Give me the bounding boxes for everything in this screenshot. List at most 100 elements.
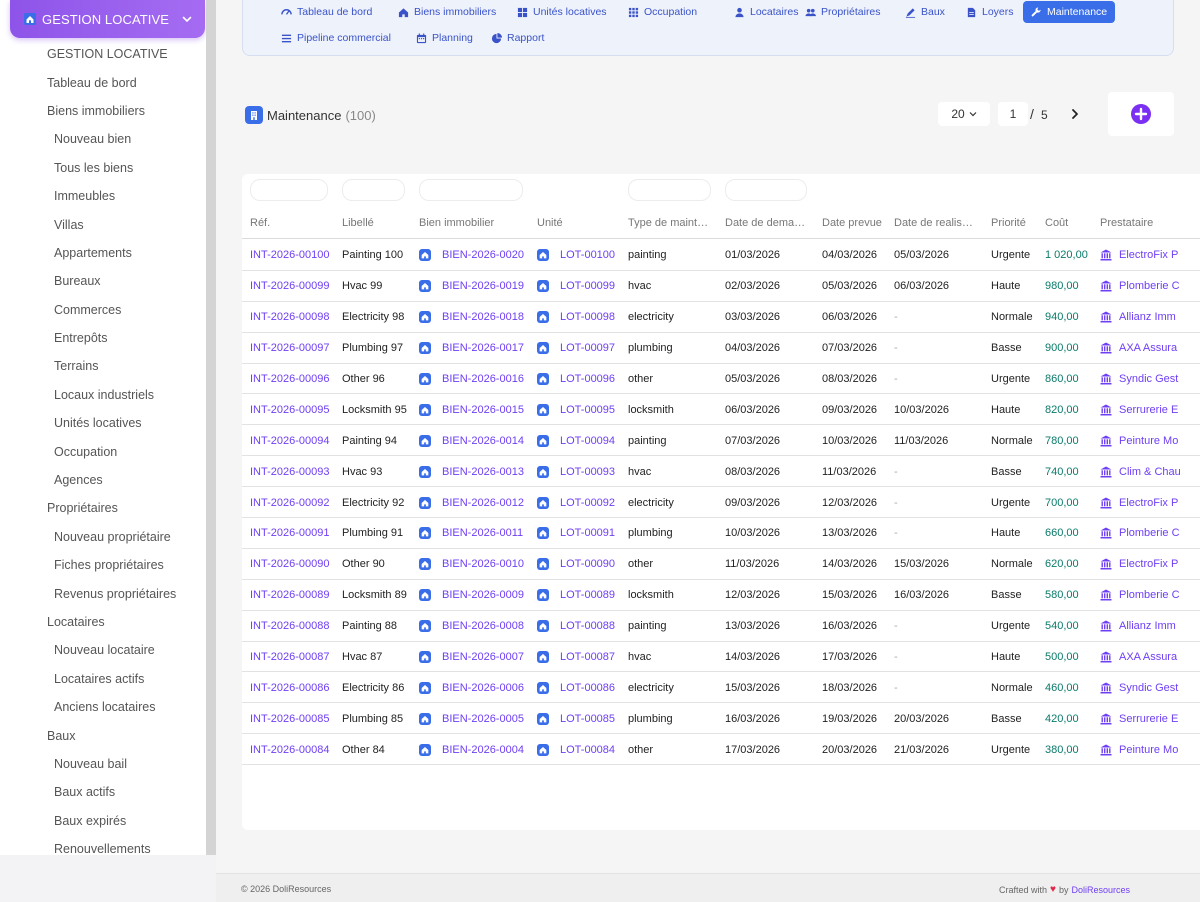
sidebar-item-23[interactable]: Anciens locataires (0, 693, 206, 721)
cell-provider[interactable]: Clim & Chau (1100, 456, 1200, 487)
cell-provider[interactable]: Allianz Imm (1100, 611, 1200, 642)
cell-property[interactable]: BIEN-2026-0006 (419, 672, 535, 703)
cell-unit[interactable]: LOT-00092 (537, 487, 626, 518)
sidebar-item-22[interactable]: Locataires actifs (0, 665, 206, 693)
sidebar-item-25[interactable]: Nouveau bail (0, 750, 206, 778)
cell-unit[interactable]: LOT-00086 (537, 672, 626, 703)
table-row[interactable]: INT-2026-00095 Locksmith 95 BIEN-2026-0015… (242, 394, 1200, 426)
cell-unit[interactable]: LOT-00097 (537, 333, 626, 364)
tab-tableau-de-bord[interactable]: Tableau de bord (273, 1, 380, 23)
cell-property[interactable]: BIEN-2026-0004 (419, 734, 535, 765)
sidebar-item-15[interactable]: Agences (0, 466, 206, 494)
cell-ref[interactable]: INT-2026-00100 (250, 240, 340, 271)
table-row[interactable]: INT-2026-00092 Electricity 92 BIEN-2026-00… (242, 487, 1200, 519)
table-row[interactable]: INT-2026-00093 Hvac 93 BIEN-2026-0013 LOT-0… (242, 456, 1200, 488)
sidebar-item-0[interactable]: GESTION LOCATIVE (0, 40, 206, 68)
table-row[interactable]: INT-2026-00090 Other 90 BIEN-2026-0010 LOT-… (242, 549, 1200, 580)
sidebar-item-27[interactable]: Baux expirés (0, 807, 206, 835)
cell-unit[interactable]: LOT-00095 (537, 394, 626, 425)
col-header-done-date[interactable]: Date de realis… (894, 206, 989, 239)
cell-ref[interactable]: INT-2026-00090 (250, 549, 340, 580)
cell-unit[interactable]: LOT-00100 (537, 240, 626, 271)
add-button[interactable] (1108, 92, 1174, 136)
cell-property[interactable]: BIEN-2026-0007 (419, 642, 535, 673)
cell-property[interactable]: BIEN-2026-0017 (419, 333, 535, 364)
cell-property[interactable]: BIEN-2026-0014 (419, 425, 535, 456)
cell-ref[interactable]: INT-2026-00099 (250, 271, 340, 302)
filter-request-date-input[interactable] (725, 179, 807, 201)
next-page-icon[interactable] (1068, 107, 1082, 121)
col-header-request-date[interactable]: Date de dema… (725, 206, 820, 239)
current-page-input[interactable]: 1 (998, 102, 1028, 126)
cell-ref[interactable]: INT-2026-00084 (250, 734, 340, 765)
filter-type-input[interactable] (628, 179, 711, 201)
cell-ref[interactable]: INT-2026-00093 (250, 456, 340, 487)
tab-propri-taires[interactable]: Propriétaires (797, 1, 889, 23)
table-row[interactable]: INT-2026-00091 Plumbing 91 BIEN-2026-0011 L… (242, 518, 1200, 549)
table-row[interactable]: INT-2026-00086 Electricity 86 BIEN-2026-00… (242, 672, 1200, 704)
sidebar-item-6[interactable]: Villas (0, 210, 206, 238)
sidebar-item-13[interactable]: Unités locatives (0, 409, 206, 437)
filter-ref-input[interactable] (250, 179, 328, 201)
cell-provider[interactable]: Peinture Mo (1100, 734, 1200, 765)
sidebar-item-2[interactable]: Biens immobiliers (0, 97, 206, 125)
table-row[interactable]: INT-2026-00087 Hvac 87 BIEN-2026-0007 LOT-0… (242, 642, 1200, 673)
cell-ref[interactable]: INT-2026-00086 (250, 672, 340, 703)
sidebar-item-26[interactable]: Baux actifs (0, 778, 206, 806)
cell-provider[interactable]: Syndic Gest (1100, 364, 1200, 395)
cell-unit[interactable]: LOT-00093 (537, 456, 626, 487)
col-header-ref[interactable]: Réf. (250, 206, 340, 239)
sidebar-item-21[interactable]: Nouveau locataire (0, 636, 206, 664)
cell-unit[interactable]: LOT-00099 (537, 271, 626, 302)
sidebar-item-18[interactable]: Fiches propriétaires (0, 551, 206, 579)
sidebar-item-20[interactable]: Locataires (0, 608, 206, 636)
cell-ref[interactable]: INT-2026-00085 (250, 703, 340, 734)
cell-property[interactable]: BIEN-2026-0013 (419, 456, 535, 487)
tab-baux[interactable]: Baux (897, 1, 953, 23)
table-row[interactable]: INT-2026-00094 Painting 94 BIEN-2026-0014 L… (242, 425, 1200, 457)
table-row[interactable]: INT-2026-00099 Hvac 99 BIEN-2026-0019 LOT-0… (242, 271, 1200, 302)
footer-brand-link[interactable]: DoliResources (1071, 885, 1130, 895)
col-header-property[interactable]: Bien immobilier (419, 206, 535, 239)
sidebar-item-7[interactable]: Appartements (0, 239, 206, 267)
cell-unit[interactable]: LOT-00089 (537, 580, 626, 611)
cell-ref[interactable]: INT-2026-00092 (250, 487, 340, 518)
tab-rapport[interactable]: Rapport (483, 27, 552, 49)
per-page-select[interactable]: 20 (938, 102, 990, 126)
table-row[interactable]: INT-2026-00096 Other 96 BIEN-2026-0016 LOT-… (242, 364, 1200, 395)
menu-selector[interactable]: GESTION LOCATIVE (10, 0, 205, 38)
table-row[interactable]: INT-2026-00085 Plumbing 85 BIEN-2026-0005 L… (242, 703, 1200, 735)
cell-ref[interactable]: INT-2026-00091 (250, 518, 340, 549)
cell-ref[interactable]: INT-2026-00087 (250, 642, 340, 673)
sidebar-item-4[interactable]: Tous les biens (0, 154, 206, 182)
cell-provider[interactable]: Plomberie C (1100, 271, 1200, 302)
cell-ref[interactable]: INT-2026-00097 (250, 333, 340, 364)
sidebar-item-9[interactable]: Commerces (0, 296, 206, 324)
cell-unit[interactable]: LOT-00085 (537, 703, 626, 734)
table-row[interactable]: INT-2026-00084 Other 84 BIEN-2026-0004 LOT-… (242, 734, 1200, 766)
sidebar-item-1[interactable]: Tableau de bord (0, 68, 206, 96)
cell-unit[interactable]: LOT-00094 (537, 425, 626, 456)
cell-property[interactable]: BIEN-2026-0011 (419, 518, 535, 549)
cell-unit[interactable]: LOT-00096 (537, 364, 626, 395)
cell-ref[interactable]: INT-2026-00098 (250, 302, 340, 333)
tab-locataires[interactable]: Locataires (726, 1, 806, 23)
tab-planning[interactable]: Planning (408, 27, 481, 49)
tab-maintenance[interactable]: Maintenance (1023, 1, 1116, 23)
col-header-cost[interactable]: Coût (1045, 206, 1098, 239)
cell-provider[interactable]: ElectroFix P (1100, 549, 1200, 580)
cell-ref[interactable]: INT-2026-00095 (250, 394, 340, 425)
sidebar-item-14[interactable]: Occupation (0, 437, 206, 465)
table-row[interactable]: INT-2026-00097 Plumbing 97 BIEN-2026-0017 L… (242, 333, 1200, 364)
cell-unit[interactable]: LOT-00088 (537, 611, 626, 642)
col-header-priority[interactable]: Priorité (991, 206, 1043, 239)
sidebar-item-11[interactable]: Terrains (0, 352, 206, 380)
tab-biens-immobiliers[interactable]: Biens immobiliers (390, 1, 504, 23)
table-row[interactable]: INT-2026-00098 Electricity 98 BIEN-2026-00… (242, 302, 1200, 333)
filter-property-input[interactable] (419, 179, 523, 201)
col-header-planned-date[interactable]: Date prevue (822, 206, 892, 239)
cell-provider[interactable]: Serrurerie E (1100, 394, 1200, 425)
cell-property[interactable]: BIEN-2026-0005 (419, 703, 535, 734)
sidebar-item-17[interactable]: Nouveau propriétaire (0, 523, 206, 551)
cell-ref[interactable]: INT-2026-00088 (250, 611, 340, 642)
